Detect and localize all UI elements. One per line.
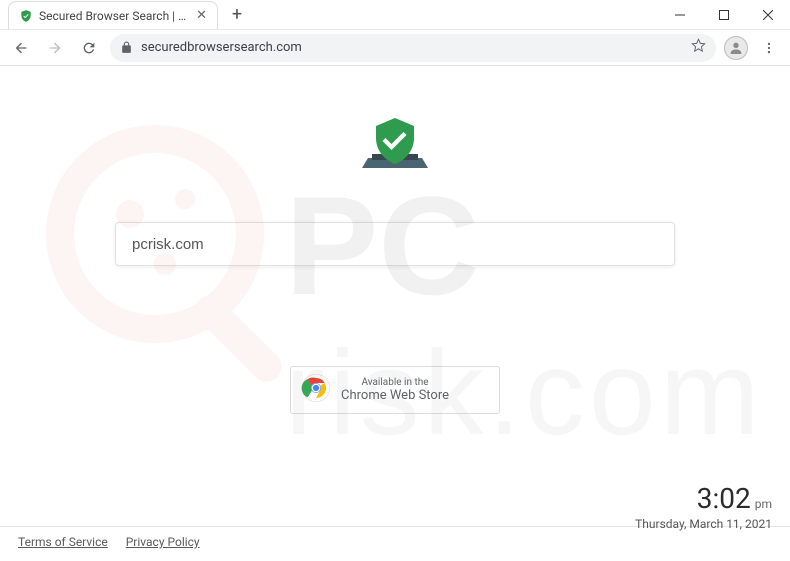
minimize-button[interactable] [658, 0, 702, 29]
browser-tab[interactable]: Secured Browser Search | Search ✕ [8, 1, 218, 29]
maximize-button[interactable] [702, 0, 746, 29]
window-titlebar: Secured Browser Search | Search ✕ + [0, 0, 790, 30]
chrome-icon [301, 373, 331, 407]
store-text: Available in the Chrome Web Store [341, 377, 449, 403]
store-line1: Available in the [341, 377, 449, 388]
url-text: securedbrowsersearch.com [141, 40, 683, 55]
new-tab-button[interactable]: + [224, 2, 250, 28]
close-icon[interactable]: ✕ [196, 8, 207, 23]
clock-time: 3:02 pm [635, 482, 772, 515]
shield-check-icon [19, 9, 33, 23]
profile-avatar[interactable] [724, 36, 748, 60]
tab-strip: Secured Browser Search | Search ✕ + [0, 0, 658, 29]
time-ampm: pm [755, 497, 772, 511]
search-container [115, 222, 675, 266]
footer-links: Terms of Service Privacy Policy [18, 535, 200, 549]
site-logo [360, 114, 430, 176]
page-viewport: PC risk.com [0, 66, 790, 561]
store-line2: Chrome Web Store [341, 388, 449, 403]
address-bar[interactable]: securedbrowsersearch.com [110, 34, 716, 62]
back-button[interactable] [8, 35, 34, 61]
hero: Available in the Chrome Web Store [0, 66, 790, 414]
search-input[interactable] [132, 236, 658, 253]
close-button[interactable] [746, 0, 790, 29]
chrome-web-store-badge[interactable]: Available in the Chrome Web Store [290, 366, 500, 414]
clock: 3:02 pm Thursday, March 11, 2021 [635, 482, 772, 531]
lock-icon [120, 41, 133, 54]
time-value: 3:02 [697, 482, 751, 515]
menu-button[interactable] [756, 35, 782, 61]
tab-title: Secured Browser Search | Search [39, 9, 190, 23]
search-box[interactable] [115, 222, 675, 266]
forward-button[interactable] [42, 35, 68, 61]
privacy-link[interactable]: Privacy Policy [126, 535, 200, 549]
clock-date: Thursday, March 11, 2021 [635, 517, 772, 531]
browser-toolbar: securedbrowsersearch.com [0, 30, 790, 66]
terms-link[interactable]: Terms of Service [18, 535, 108, 549]
window-controls [658, 0, 790, 29]
reload-button[interactable] [76, 35, 102, 61]
bookmark-icon[interactable] [691, 38, 706, 57]
